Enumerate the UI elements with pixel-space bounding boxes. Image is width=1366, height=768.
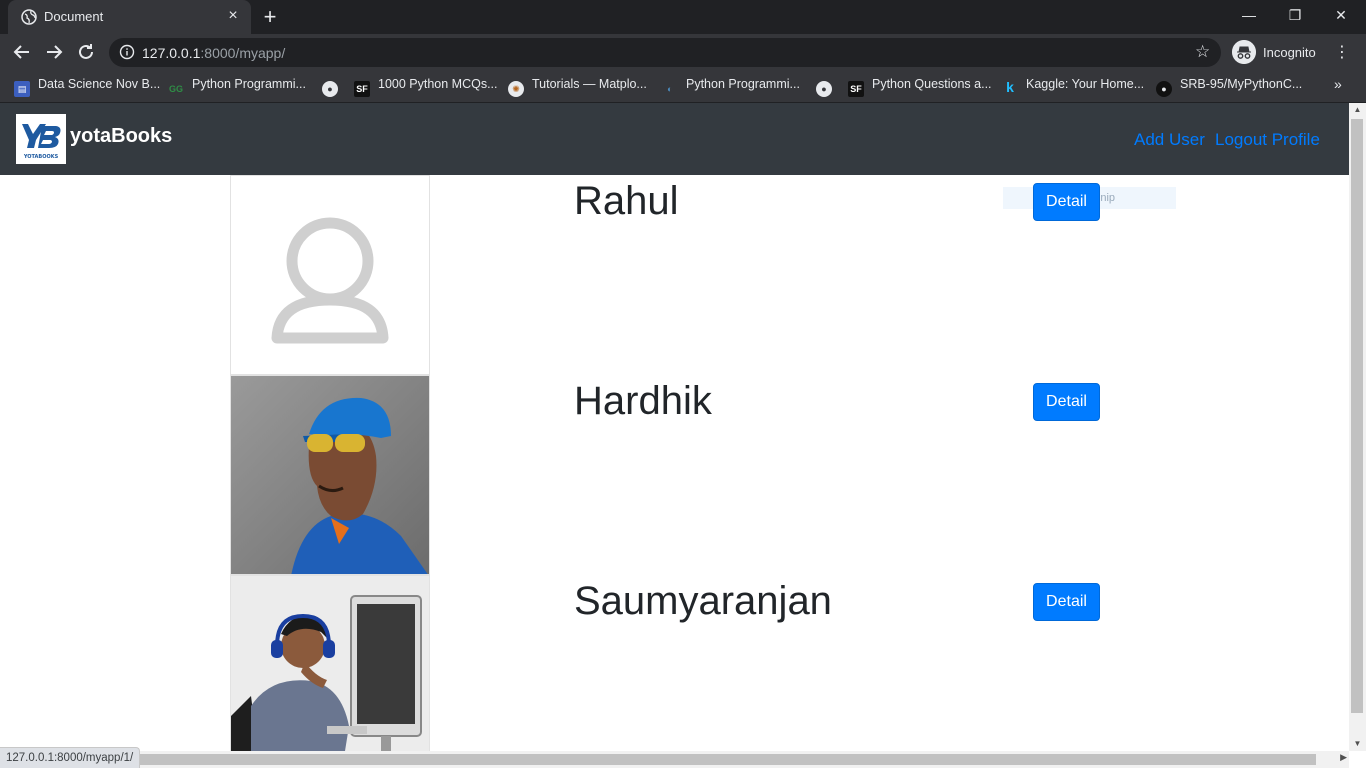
browser-titlebar: Document × + — ❐ ✕	[0, 0, 1366, 34]
sanfoundry-icon: SF	[848, 81, 864, 97]
address-bar[interactable]: 127.0.0.1:8000/myapp/ ☆	[109, 38, 1221, 67]
bookmark-item[interactable]: SF 1000 Python MCQs...	[354, 77, 498, 97]
link-status-bar: 127.0.0.1:8000/myapp/1/	[0, 747, 141, 768]
site-info-icon[interactable]	[119, 44, 135, 60]
globe-icon	[21, 9, 37, 25]
browser-tab-active[interactable]: Document ×	[8, 0, 251, 34]
scroll-down-arrow-icon[interactable]: ▼	[1349, 737, 1366, 751]
user-card: Hardhik Detail	[0, 375, 1349, 575]
close-window-button[interactable]: ✕	[1318, 0, 1364, 30]
brand-name[interactable]: yotaBooks	[70, 125, 172, 148]
bookmarks-bar: ▤ Data Science Nov B... GG Python Programm…	[0, 70, 1366, 103]
default-user-icon	[231, 176, 429, 374]
restore-window-button[interactable]: ❐	[1272, 0, 1318, 30]
user-name: Rahul	[574, 179, 679, 223]
matplotlib-icon: ✺	[508, 81, 524, 97]
bookmark-item[interactable]: k Kaggle: Your Home...	[1002, 77, 1144, 95]
tab-title: Document	[44, 9, 104, 24]
bookmark-item[interactable]: ◐ Python Programmi...	[662, 77, 800, 95]
bookmark-star-icon[interactable]: ☆	[1195, 43, 1213, 61]
bookmark-app-icon: ▤	[14, 81, 30, 97]
site-navbar: YOTABOOKS yotaBooks Add User Logout Prof…	[0, 103, 1349, 175]
add-user-link[interactable]: Add User	[1134, 130, 1205, 150]
scrollbar-thumb[interactable]	[1351, 119, 1363, 713]
github-icon: ●	[1156, 81, 1172, 97]
browser-toolbar: 127.0.0.1:8000/myapp/ ☆	[0, 34, 1366, 70]
profile-label: Incognito	[1263, 45, 1316, 60]
user-name: Hardhik	[574, 379, 712, 423]
user-avatar	[230, 175, 430, 375]
user-photo	[230, 575, 430, 751]
yotabooks-logo[interactable]: YOTABOOKS	[16, 114, 66, 164]
globe-icon: ●	[322, 81, 338, 97]
scroll-up-arrow-icon[interactable]: ▲	[1349, 103, 1366, 117]
horizontal-scrollbar[interactable]: ▶	[0, 751, 1349, 768]
user-card: Rahul Snip Detail	[0, 175, 1349, 375]
detail-button[interactable]: Detail	[1033, 183, 1100, 221]
user-card: Saumyaranjan Detail	[0, 575, 1349, 751]
user-photo	[230, 375, 430, 575]
svg-text:YOTABOOKS: YOTABOOKS	[23, 154, 59, 160]
geeksforgeeks-icon: GG	[168, 84, 183, 94]
url-text: 127.0.0.1:8000/myapp/	[142, 45, 286, 61]
detail-button[interactable]: Detail	[1033, 383, 1100, 421]
browser-menu-icon[interactable]: ⋮	[1334, 44, 1350, 62]
page-viewport: YOTABOOKS yotaBooks Add User Logout Prof…	[0, 103, 1349, 751]
new-tab-button[interactable]: +	[260, 6, 280, 28]
sanfoundry-icon: SF	[354, 81, 370, 97]
bookmark-item[interactable]: ●	[816, 77, 840, 97]
developer-photo	[231, 576, 429, 751]
bookmark-item[interactable]: ✺ Tutorials — Matplo...	[508, 77, 647, 97]
scroll-right-arrow-icon[interactable]: ▶	[1340, 752, 1347, 763]
bookmark-item[interactable]: SF Python Questions a...	[848, 77, 992, 97]
minimize-window-button[interactable]: —	[1226, 0, 1272, 30]
detail-button[interactable]: Detail	[1033, 583, 1100, 621]
close-tab-icon[interactable]: ×	[225, 8, 241, 24]
bookmark-item[interactable]: ▤ Data Science Nov B...	[14, 77, 160, 97]
reload-icon[interactable]	[74, 40, 98, 64]
bookmark-item[interactable]: GG Python Programmi...	[168, 77, 306, 95]
incognito-indicator[interactable]: Incognito	[1230, 39, 1322, 65]
bookmark-item[interactable]: ● SRB-95/MyPythonC...	[1156, 77, 1302, 97]
bookmarks-overflow-button[interactable]: »	[1334, 76, 1342, 92]
vertical-scrollbar[interactable]: ▲ ▼	[1349, 103, 1366, 751]
bookmark-item[interactable]: ●	[322, 77, 346, 97]
user-name: Saumyaranjan	[574, 579, 832, 623]
forward-arrow-icon[interactable]	[42, 40, 66, 64]
kaggle-icon: k	[1006, 79, 1014, 95]
globe-icon: ●	[816, 81, 832, 97]
incognito-icon	[1232, 40, 1256, 64]
logout-profile-link[interactable]: Logout Profile	[1215, 130, 1320, 150]
scrollbar-thumb[interactable]	[16, 754, 1316, 765]
python-icon: ◐	[667, 84, 673, 94]
back-arrow-icon[interactable]	[10, 40, 34, 64]
cricketer-photo	[231, 376, 429, 574]
